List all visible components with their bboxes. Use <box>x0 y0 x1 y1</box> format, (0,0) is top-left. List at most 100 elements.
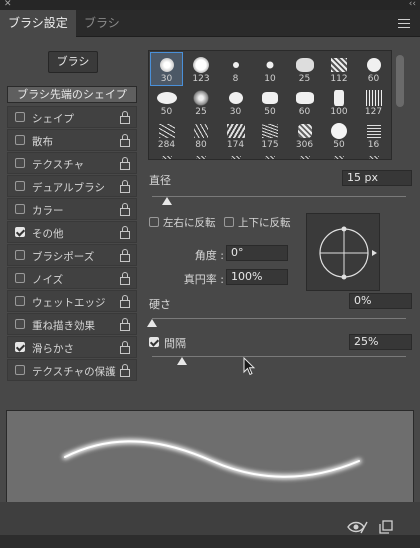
option-row[interactable]: 滑らかさ <box>7 336 137 358</box>
brush-preset[interactable]: 8 <box>220 53 251 85</box>
hardness-slider-track[interactable] <box>152 318 406 319</box>
option-row[interactable]: 重ね描き効果 <box>7 313 137 335</box>
brushes-button[interactable]: ブラシ <box>48 51 98 73</box>
lock-icon[interactable] <box>120 111 130 124</box>
brush-tip-shape-button[interactable]: ブラシ先端のシェイプ <box>7 86 137 103</box>
option-row[interactable]: シェイプ <box>7 106 137 128</box>
brush-preset[interactable]: 306 <box>289 119 320 151</box>
option-checkbox[interactable] <box>15 158 25 168</box>
lock-icon[interactable] <box>120 134 130 147</box>
spacing-field[interactable]: 25% <box>349 334 412 350</box>
brush-preset[interactable]: 127 <box>358 86 389 118</box>
brush-preset[interactable]: 30 <box>150 52 183 86</box>
brush-preset[interactable]: 80 <box>186 119 217 151</box>
brush-preset[interactable]: 175 <box>255 119 286 151</box>
brush-preset[interactable]: 100 <box>324 86 355 118</box>
option-row[interactable]: 散布 <box>7 129 137 151</box>
option-checkbox[interactable] <box>15 365 25 375</box>
brush-preset[interactable]: 60 <box>289 86 320 118</box>
spacing-slider-thumb[interactable] <box>177 357 188 365</box>
option-row[interactable]: ウェットエッジ <box>7 290 137 312</box>
eye-slash-icon[interactable] <box>346 520 368 534</box>
option-row[interactable]: デュアルブラシ <box>7 175 137 197</box>
angle-field[interactable]: 0° <box>226 245 288 261</box>
lock-icon[interactable] <box>120 180 130 193</box>
lock-icon[interactable] <box>120 318 130 331</box>
new-preset-icon[interactable] <box>379 520 393 534</box>
lock-icon[interactable] <box>120 364 130 377</box>
brush-tip-icon <box>193 57 209 73</box>
brush-preset[interactable]: 50 <box>255 86 286 118</box>
option-checkbox[interactable] <box>15 181 25 191</box>
lock-icon[interactable] <box>120 226 130 239</box>
lock-icon[interactable] <box>120 203 130 216</box>
brush-preset[interactable] <box>151 152 182 159</box>
brush-tip-icon <box>158 124 175 138</box>
option-checkbox[interactable] <box>15 296 25 306</box>
option-checkbox[interactable] <box>15 135 25 145</box>
brush-preset[interactable] <box>324 152 355 159</box>
brush-tip-icon <box>366 124 381 138</box>
preset-scrollbar[interactable] <box>396 55 404 107</box>
brush-preset[interactable]: 10 <box>255 53 286 85</box>
diameter-slider-thumb[interactable] <box>162 197 173 205</box>
brush-preset-grid: 30 123 8 10 25 112 60 50 25 30 50 60 100 127 284 80 174 1… <box>148 50 392 160</box>
brush-preset[interactable]: 50 <box>151 86 182 118</box>
hardness-field[interactable]: 0% <box>349 293 412 309</box>
roundness-label: 真円率 : <box>183 273 224 286</box>
close-icon[interactable]: ✕ <box>4 0 12 10</box>
brush-preset[interactable]: 50 <box>324 119 355 151</box>
collapse-icon[interactable]: ‹‹ <box>409 0 416 10</box>
option-row[interactable]: テクスチャの保護 <box>7 359 137 381</box>
option-checkbox[interactable] <box>15 273 25 283</box>
brush-preset[interactable]: 25 <box>289 53 320 85</box>
option-label: カラー <box>32 205 64 217</box>
brush-preset[interactable]: 30 <box>220 86 251 118</box>
flip-x-checkbox[interactable] <box>149 217 159 227</box>
option-checkbox[interactable] <box>15 250 25 260</box>
diameter-field[interactable]: 15 px <box>342 170 412 186</box>
option-row[interactable]: ブラシポーズ <box>7 244 137 266</box>
option-checkbox[interactable] <box>15 319 25 329</box>
lock-icon[interactable] <box>120 157 130 170</box>
brush-preset[interactable] <box>289 152 320 159</box>
option-checkbox[interactable] <box>15 204 25 214</box>
brush-tip-icon <box>366 58 381 72</box>
diameter-slider-track[interactable] <box>152 196 406 197</box>
brush-preset[interactable]: 25 <box>186 86 217 118</box>
brush-preset[interactable]: 123 <box>186 53 217 85</box>
hardness-slider-thumb[interactable] <box>147 319 157 327</box>
lock-icon[interactable] <box>120 295 130 308</box>
flip-y-checkbox[interactable] <box>224 217 234 227</box>
lock-icon[interactable] <box>120 341 130 354</box>
panel-menu-icon[interactable] <box>398 19 410 28</box>
brush-preset[interactable]: 284 <box>151 119 182 151</box>
option-row[interactable]: カラー <box>7 198 137 220</box>
brush-size-label: 60 <box>298 107 311 117</box>
brush-size-label: 25 <box>298 74 311 84</box>
angle-roundness-widget[interactable] <box>306 213 380 291</box>
lock-icon[interactable] <box>120 272 130 285</box>
roundness-field[interactable]: 100% <box>226 269 288 285</box>
lock-icon[interactable] <box>120 249 130 262</box>
tab-brushes[interactable]: ブラシ <box>76 10 128 37</box>
brush-preset[interactable]: 60 <box>358 53 389 85</box>
option-row[interactable]: その他 <box>7 221 137 243</box>
panel-titlebar: ✕ ‹‹ <box>0 0 420 10</box>
option-checkbox[interactable] <box>15 342 25 352</box>
spacing-slider-track[interactable] <box>152 356 406 357</box>
option-row[interactable]: テクスチャ <box>7 152 137 174</box>
brush-preset[interactable]: 112 <box>324 53 355 85</box>
brush-preset[interactable] <box>186 152 217 159</box>
brush-preset[interactable]: 16 <box>358 119 389 151</box>
brush-preset[interactable] <box>255 152 286 159</box>
brush-preset[interactable] <box>358 152 389 159</box>
brush-preset[interactable] <box>220 152 251 159</box>
brush-size-label: 284 <box>157 140 176 150</box>
option-checkbox[interactable] <box>15 227 25 237</box>
option-checkbox[interactable] <box>15 112 25 122</box>
spacing-checkbox[interactable] <box>149 337 159 347</box>
brush-preset[interactable]: 174 <box>220 119 251 151</box>
option-row[interactable]: ノイズ <box>7 267 137 289</box>
tab-brush-settings[interactable]: ブラシ設定 <box>0 10 76 37</box>
